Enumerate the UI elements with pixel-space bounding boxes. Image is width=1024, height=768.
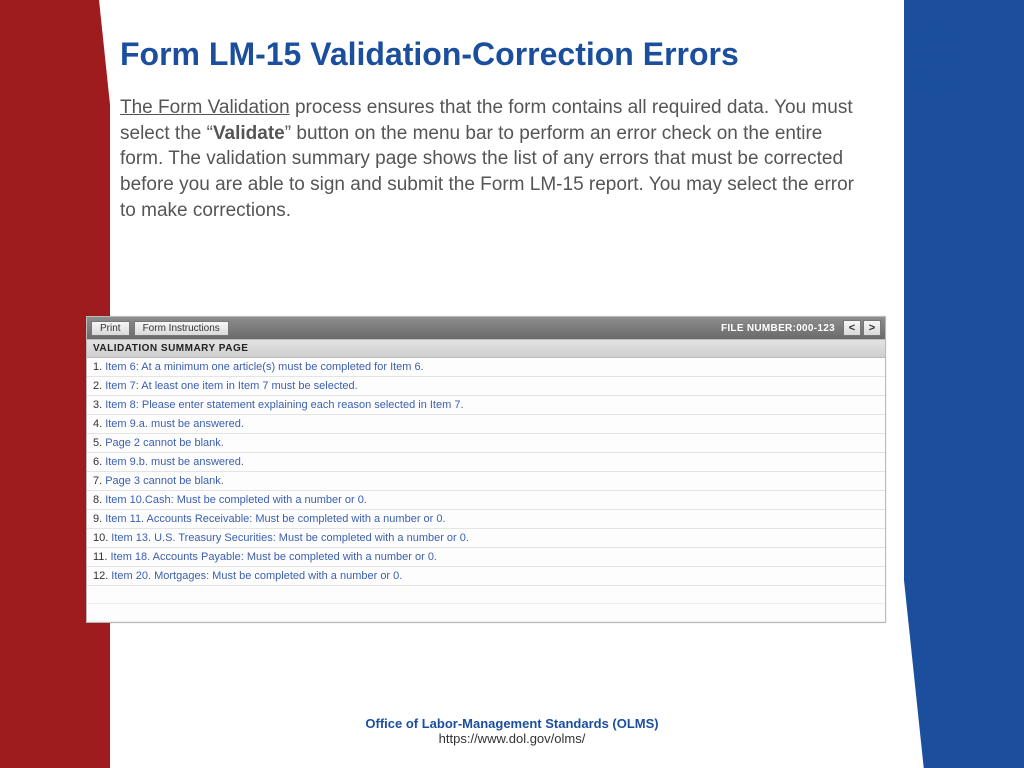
error-row: 1. Item 6: At a minimum one article(s) m… (87, 358, 885, 377)
error-link[interactable]: Item 10.Cash: Must be completed with a n… (105, 494, 367, 506)
error-row: 2. Item 7: At least one item in Item 7 m… (87, 377, 885, 396)
error-number: 2. (93, 380, 102, 392)
error-row: 9. Item 11. Accounts Receivable: Must be… (87, 510, 885, 529)
right-accent (904, 0, 1024, 768)
error-link[interactable]: Item 9.b. must be answered. (105, 456, 244, 468)
error-row: 7. Page 3 cannot be blank. (87, 472, 885, 491)
dol-seal-icon: ⚕ (904, 30, 964, 90)
validation-summary-heading: VALIDATION SUMMARY PAGE (87, 339, 885, 358)
validation-panel: Print Form Instructions FILE NUMBER:000-… (86, 316, 886, 623)
seal-glyph: ⚕ (929, 50, 939, 71)
error-number: 3. (93, 399, 102, 411)
error-link[interactable]: Item 13. U.S. Treasury Securities: Must … (111, 532, 469, 544)
error-number: 10. (93, 532, 108, 544)
error-row: 6. Item 9.b. must be answered. (87, 453, 885, 472)
error-number: 9. (93, 513, 102, 525)
intro-paragraph: The Form Validation process ensures that… (120, 95, 860, 223)
slide: ⚕ Form LM-15 Validation-Correction Error… (0, 0, 1024, 768)
error-link[interactable]: Item 9.a. must be answered. (105, 418, 244, 430)
error-link[interactable]: Page 2 cannot be blank. (105, 437, 224, 449)
error-number: 4. (93, 418, 102, 430)
form-instructions-button[interactable]: Form Instructions (134, 321, 229, 336)
error-link[interactable]: Page 3 cannot be blank. (105, 475, 224, 487)
error-number: 11. (93, 551, 107, 563)
error-link[interactable]: Item 8: Please enter statement explainin… (105, 399, 463, 411)
error-row: 8. Item 10.Cash: Must be completed with … (87, 491, 885, 510)
error-link[interactable]: Item 18. Accounts Payable: Must be compl… (110, 551, 437, 563)
error-row: 12. Item 20. Mortgages: Must be complete… (87, 567, 885, 586)
panel-toolbar: Print Form Instructions FILE NUMBER:000-… (87, 317, 885, 339)
error-row: 3. Item 8: Please enter statement explai… (87, 396, 885, 415)
blank-row (87, 604, 885, 622)
error-row: 4. Item 9.a. must be answered. (87, 415, 885, 434)
error-number: 8. (93, 494, 102, 506)
intro-lead: The Form Validation (120, 97, 290, 118)
page-title: Form LM-15 Validation-Correction Errors (120, 36, 910, 73)
error-row: 5. Page 2 cannot be blank. (87, 434, 885, 453)
blank-row (87, 586, 885, 604)
error-number: 6. (93, 456, 102, 468)
error-list: 1. Item 6: At a minimum one article(s) m… (87, 358, 885, 586)
file-number-label: FILE NUMBER:000-123 (721, 323, 835, 334)
error-link[interactable]: Item 6: At a minimum one article(s) must… (105, 361, 424, 373)
next-page-button[interactable]: > (863, 320, 881, 336)
error-link[interactable]: Item 7: At least one item in Item 7 must… (105, 380, 358, 392)
error-row: 10. Item 13. U.S. Treasury Securities: M… (87, 529, 885, 548)
error-number: 1. (93, 361, 102, 373)
content-area: Form LM-15 Validation-Correction Errors … (120, 36, 910, 223)
prev-page-button[interactable]: < (843, 320, 861, 336)
footer-org: Office of Labor-Management Standards (OL… (0, 716, 1024, 731)
error-number: 7. (93, 475, 102, 487)
footer-url: https://www.dol.gov/olms/ (0, 731, 1024, 746)
error-row: 11. Item 18. Accounts Payable: Must be c… (87, 548, 885, 567)
error-number: 12. (93, 570, 108, 582)
error-number: 5. (93, 437, 102, 449)
seal-inner-icon: ⚕ (911, 37, 957, 83)
error-link[interactable]: Item 20. Mortgages: Must be completed wi… (111, 570, 402, 582)
print-button[interactable]: Print (91, 321, 130, 336)
intro-bold: Validate (213, 123, 285, 144)
error-link[interactable]: Item 11. Accounts Receivable: Must be co… (105, 513, 445, 525)
footer: Office of Labor-Management Standards (OL… (0, 716, 1024, 746)
